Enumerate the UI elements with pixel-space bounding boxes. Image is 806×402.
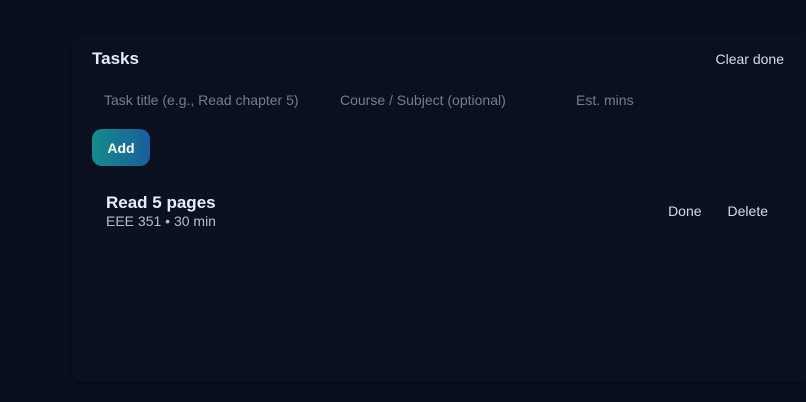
delete-button[interactable]: Delete [728, 203, 768, 219]
task-actions: Done Delete [668, 203, 768, 219]
clear-done-button[interactable]: Clear done [716, 49, 785, 69]
tasks-panel: Tasks Clear done Add Read 5 pages EEE 35… [72, 34, 806, 382]
course-input[interactable] [328, 86, 564, 114]
est-mins-input[interactable] [564, 86, 684, 114]
task-item: Read 5 pages EEE 351 • 30 min Done Delet… [92, 184, 784, 238]
panel-title: Tasks [92, 49, 139, 68]
task-meta: EEE 351 • 30 min [106, 212, 216, 229]
task-list: Read 5 pages EEE 351 • 30 min Done Delet… [92, 184, 784, 238]
task-form [92, 86, 684, 114]
add-task-button[interactable]: Add [92, 129, 150, 166]
done-button[interactable]: Done [668, 203, 701, 219]
panel-header: Tasks Clear done [92, 48, 784, 70]
task-title-input[interactable] [92, 86, 328, 114]
task-text: Read 5 pages EEE 351 • 30 min [106, 193, 216, 230]
task-title: Read 5 pages [106, 192, 216, 212]
